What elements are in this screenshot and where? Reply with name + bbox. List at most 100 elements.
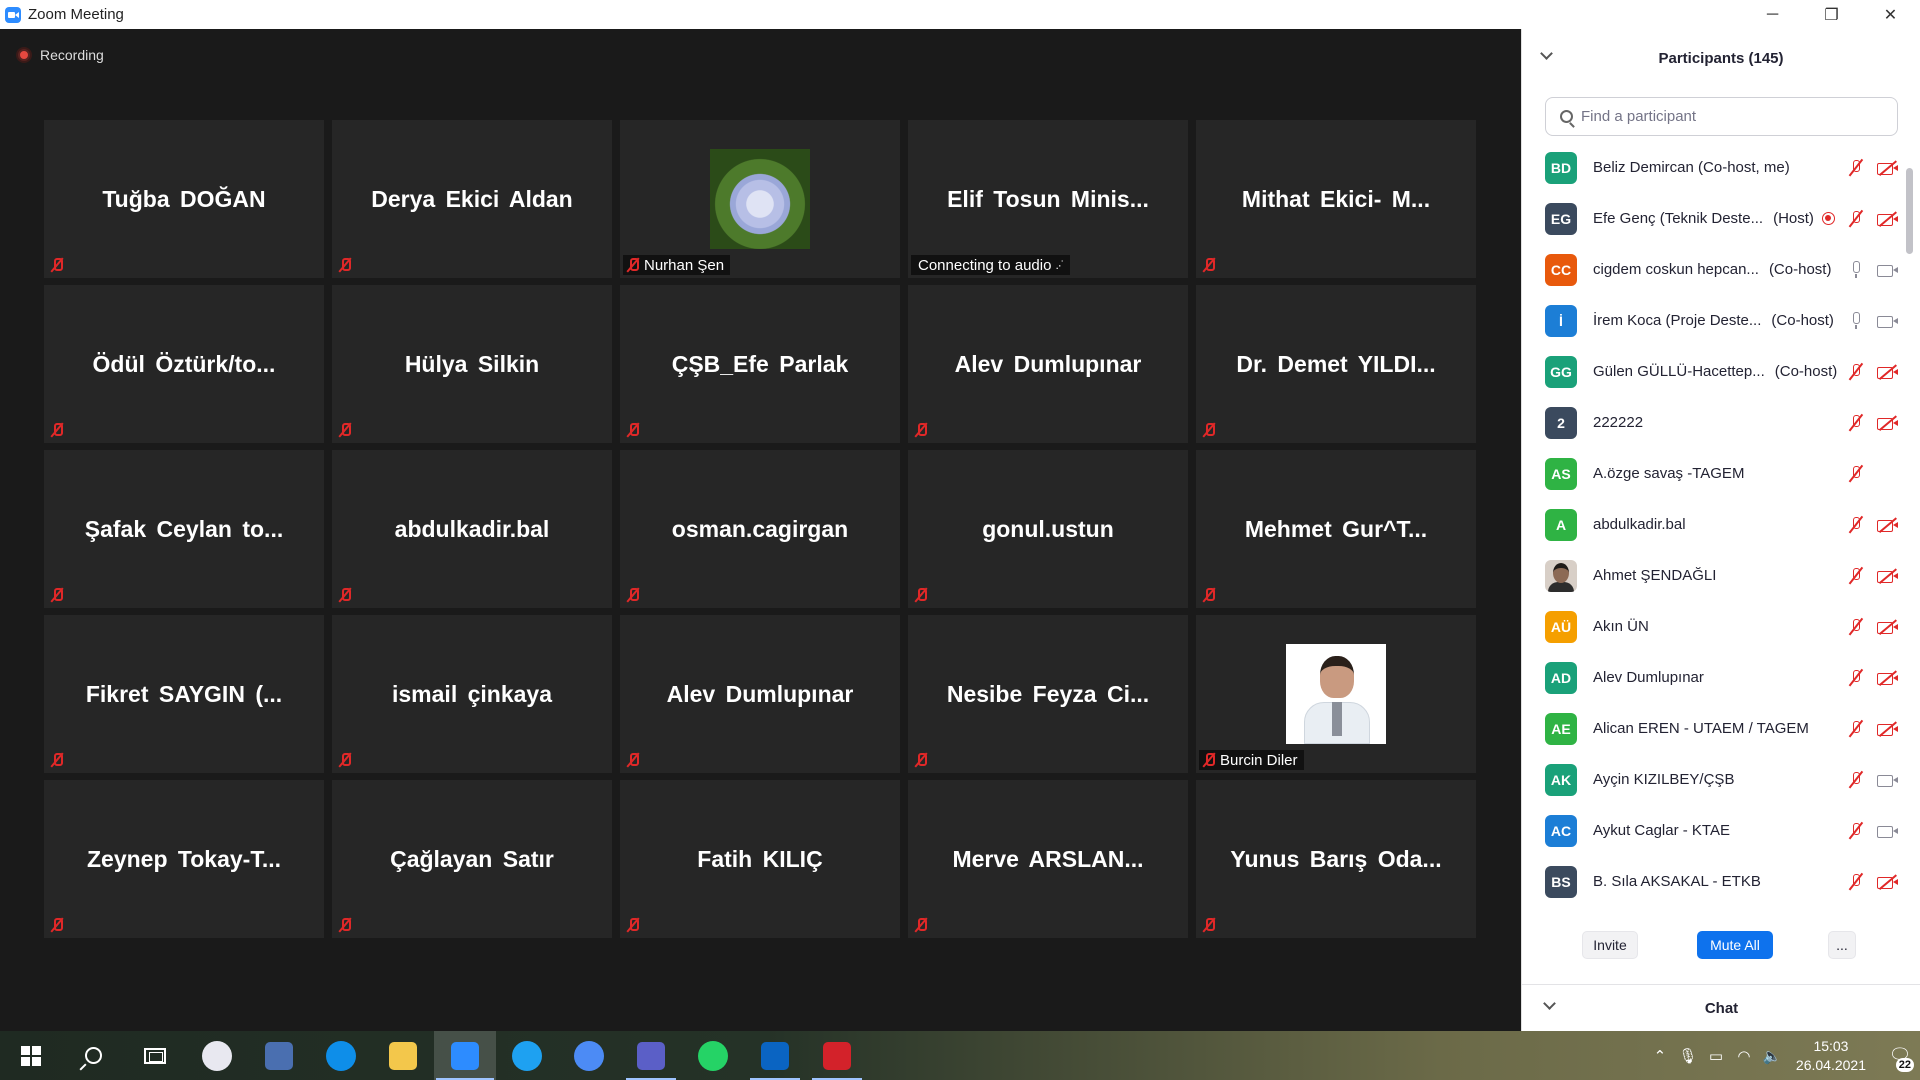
battery-icon[interactable]: ▭	[1704, 1044, 1728, 1068]
video-tile[interactable]: Dr. Demet YILDI...	[1196, 285, 1476, 443]
camera-slot[interactable]	[1872, 259, 1904, 281]
camera-slot[interactable]	[1872, 616, 1904, 638]
camera-slot[interactable]	[1872, 310, 1904, 332]
video-tile[interactable]: Alev Dumlupınar	[620, 615, 900, 773]
mic-slot[interactable]	[1840, 565, 1872, 587]
participant-row[interactable]: EG Efe Genç (Teknik Deste... (Host)	[1522, 193, 1908, 244]
video-tile[interactable]: Merve ARSLAN...	[908, 780, 1188, 938]
mic-slot[interactable]	[1840, 820, 1872, 842]
video-tile[interactable]: Nurhan Şen	[620, 120, 900, 278]
chat-collapse-chevron-icon[interactable]	[1543, 997, 1556, 1010]
video-tile[interactable]: ÇŞB_Efe Parlak	[620, 285, 900, 443]
whatsapp-app[interactable]	[682, 1031, 744, 1080]
recording-indicator[interactable]: Recording	[18, 47, 104, 63]
participant-row[interactable]: AC Aykut Caglar - KTAE	[1522, 805, 1908, 856]
camera-slot[interactable]	[1872, 718, 1904, 740]
camera-slot[interactable]	[1872, 208, 1904, 230]
video-tile[interactable]: Burcin Diler	[1196, 615, 1476, 773]
mic-slot[interactable]	[1840, 514, 1872, 536]
mic-slot[interactable]	[1840, 259, 1872, 281]
invite-button[interactable]: Invite	[1582, 931, 1638, 959]
camera-slot[interactable]	[1872, 871, 1904, 893]
mic-slot[interactable]	[1840, 208, 1872, 230]
camera-slot[interactable]	[1872, 463, 1904, 485]
participant-search-box[interactable]	[1545, 97, 1898, 136]
notification-center-button[interactable]: 🗨 22	[1880, 1031, 1920, 1080]
video-tile[interactable]: Fatih KILIÇ	[620, 780, 900, 938]
participant-list-scrollbar[interactable]	[1906, 142, 1913, 912]
paint-app[interactable]	[186, 1031, 248, 1080]
mic-slot[interactable]	[1840, 463, 1872, 485]
internet-explorer-app[interactable]	[496, 1031, 558, 1080]
zoom-app[interactable]	[434, 1031, 496, 1080]
mic-slot[interactable]	[1840, 616, 1872, 638]
acrobat-app[interactable]	[806, 1031, 868, 1080]
participant-row[interactable]: AÜ Akın ÜN	[1522, 601, 1908, 652]
video-tile[interactable]: Nesibe Feyza Ci...	[908, 615, 1188, 773]
file-explorer-app[interactable]	[372, 1031, 434, 1080]
video-tile[interactable]: Hülya Silkin	[332, 285, 612, 443]
participant-row[interactable]: BD Beliz Demircan (Co-host, me)	[1522, 142, 1908, 193]
camera-slot[interactable]	[1872, 820, 1904, 842]
mute-all-button[interactable]: Mute All	[1697, 931, 1773, 959]
mic-slot[interactable]	[1840, 157, 1872, 179]
video-tile[interactable]: gonul.ustun	[908, 450, 1188, 608]
video-tile[interactable]: Elif Tosun Minis... Connecting to audio .·…	[908, 120, 1188, 278]
collapse-chevron-icon[interactable]	[1540, 47, 1553, 60]
video-tile[interactable]: Ödül Öztürk/to...	[44, 285, 324, 443]
minimize-button[interactable]: ─	[1743, 0, 1802, 29]
participant-row[interactable]: Aabdulkadir.bal	[1522, 499, 1908, 550]
outlook-app[interactable]	[744, 1031, 806, 1080]
camera-slot[interactable]	[1872, 565, 1904, 587]
video-tile[interactable]: osman.cagirgan	[620, 450, 900, 608]
video-tile[interactable]: Çağlayan Satır	[332, 780, 612, 938]
chat-header[interactable]: Chat	[1522, 984, 1920, 1031]
video-tile[interactable]: Fikret SAYGIN (...	[44, 615, 324, 773]
teams-app[interactable]	[620, 1031, 682, 1080]
video-tile[interactable]: Şafak Ceylan to...	[44, 450, 324, 608]
scrollbar-thumb[interactable]	[1906, 168, 1913, 254]
chrome-app[interactable]	[558, 1031, 620, 1080]
mic-slot[interactable]	[1840, 310, 1872, 332]
mic-slot[interactable]	[1840, 769, 1872, 791]
restore-button[interactable]: ❐	[1802, 0, 1861, 29]
mic-slot[interactable]	[1840, 871, 1872, 893]
mic-slot[interactable]	[1840, 412, 1872, 434]
video-tile[interactable]: abdulkadir.bal	[332, 450, 612, 608]
video-tile[interactable]: Tuğba DOĞAN	[44, 120, 324, 278]
video-tile[interactable]: Derya Ekici Aldan	[332, 120, 612, 278]
start-button[interactable]	[0, 1031, 62, 1080]
video-tile[interactable]: ismail çinkaya	[332, 615, 612, 773]
more-options-button[interactable]: ...	[1828, 931, 1856, 959]
participant-row[interactable]: AS A.özge savaş -TAGEM	[1522, 448, 1908, 499]
task-view-button[interactable]	[124, 1031, 186, 1080]
video-tile[interactable]: Mehmet Gur^T...	[1196, 450, 1476, 608]
video-tile[interactable]: Zeynep Tokay-T...	[44, 780, 324, 938]
taskbar-clock[interactable]: 15:03 26.04.2021	[1796, 1037, 1866, 1075]
participant-row[interactable]: Ahmet ŞENDAĞLI	[1522, 550, 1908, 601]
camera-slot[interactable]	[1872, 514, 1904, 536]
video-tile[interactable]: Alev Dumlupınar	[908, 285, 1188, 443]
camera-slot[interactable]	[1872, 361, 1904, 383]
camera-slot[interactable]	[1872, 412, 1904, 434]
participant-row[interactable]: AD Alev Dumlupınar	[1522, 652, 1908, 703]
microphone-tray-icon[interactable]: 🎙	[1676, 1044, 1700, 1068]
close-button[interactable]: ✕	[1861, 0, 1920, 29]
mic-slot[interactable]	[1840, 718, 1872, 740]
participant-row[interactable]: AE Alican EREN - UTAEM / TAGEM	[1522, 703, 1908, 754]
teamviewer-app[interactable]	[310, 1031, 372, 1080]
wifi-icon[interactable]: ◠	[1732, 1044, 1756, 1068]
participant-row[interactable]: İ İrem Koca (Proje Deste... (Co-host)	[1522, 295, 1908, 346]
calculator-app[interactable]	[248, 1031, 310, 1080]
participant-row[interactable]: CC cigdem coskun hepcan... (Co-host)	[1522, 244, 1908, 295]
video-tile[interactable]: Mithat Ekici- M...	[1196, 120, 1476, 278]
mic-slot[interactable]	[1840, 667, 1872, 689]
video-tile[interactable]: Yunus Barış Oda...	[1196, 780, 1476, 938]
camera-slot[interactable]	[1872, 769, 1904, 791]
camera-slot[interactable]	[1872, 667, 1904, 689]
volume-icon[interactable]: 🔈	[1760, 1044, 1784, 1068]
show-hidden-icons-chevron-icon[interactable]: ⌃	[1648, 1044, 1672, 1068]
participant-row[interactable]: BS B. Sıla AKSAKAL - ETKB	[1522, 856, 1908, 907]
participant-row[interactable]: AK Ayçin KIZILBEY/ÇŞB	[1522, 754, 1908, 805]
participant-search-input[interactable]	[1581, 108, 1881, 125]
